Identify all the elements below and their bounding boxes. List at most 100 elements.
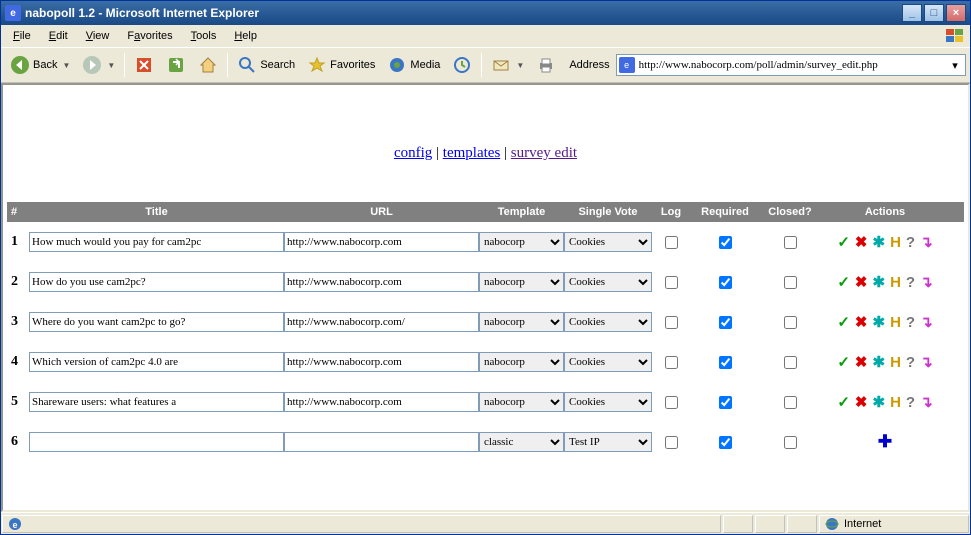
log-checkbox[interactable] <box>665 356 678 369</box>
menu-edit[interactable]: Edit <box>41 28 76 44</box>
template-select[interactable]: nabocorpclassic <box>479 272 564 292</box>
menu-tools[interactable]: Tools <box>183 28 225 44</box>
hide-action-icon[interactable]: H <box>890 234 901 251</box>
forward-button[interactable]: ▼ <box>77 51 120 79</box>
move-action-icon[interactable]: ↴ <box>920 393 933 411</box>
add-icon[interactable]: ✚ <box>878 432 892 452</box>
address-input[interactable] <box>639 59 947 71</box>
nav-templates[interactable]: templates <box>443 145 500 161</box>
single-vote-select[interactable]: CookiesTest IP <box>564 272 652 292</box>
single-vote-select[interactable]: CookiesTest IP <box>564 432 652 452</box>
menu-file[interactable]: File <box>5 28 39 44</box>
move-action-icon[interactable]: ↴ <box>920 313 933 331</box>
approve-icon[interactable]: ✓ <box>837 353 850 371</box>
refresh-button[interactable] <box>161 51 191 79</box>
move-action-icon[interactable]: ↴ <box>920 273 933 291</box>
move-action-icon[interactable]: ↴ <box>920 233 933 251</box>
single-vote-select[interactable]: CookiesTest IP <box>564 232 652 252</box>
hide-action-icon[interactable]: H <box>890 354 901 371</box>
mail-button[interactable]: ▼ <box>486 51 529 79</box>
template-select[interactable]: nabocorpclassic <box>479 352 564 372</box>
single-vote-select[interactable]: CookiesTest IP <box>564 392 652 412</box>
back-button[interactable]: Back▼ <box>5 51 75 79</box>
address-dropdown-icon[interactable]: ▾ <box>947 59 963 72</box>
help-action-icon[interactable]: ? <box>906 354 915 371</box>
help-action-icon[interactable]: ? <box>906 314 915 331</box>
star-action-icon[interactable]: ✱ <box>872 353 885 371</box>
menu-favorites[interactable]: Favorites <box>119 28 180 44</box>
media-button[interactable]: Media <box>382 51 445 79</box>
title-input[interactable] <box>29 232 284 252</box>
menu-view[interactable]: View <box>78 28 118 44</box>
log-checkbox[interactable] <box>665 236 678 249</box>
close-button[interactable]: × <box>946 4 966 22</box>
single-vote-select[interactable]: CookiesTest IP <box>564 352 652 372</box>
help-action-icon[interactable]: ? <box>906 274 915 291</box>
star-action-icon[interactable]: ✱ <box>872 273 885 291</box>
star-action-icon[interactable]: ✱ <box>872 313 885 331</box>
hide-action-icon[interactable]: H <box>890 394 901 411</box>
separator <box>481 53 482 77</box>
hide-action-icon[interactable]: H <box>890 274 901 291</box>
delete-icon[interactable]: ✖ <box>855 273 868 291</box>
url-input[interactable] <box>284 352 479 372</box>
menu-help[interactable]: Help <box>226 28 265 44</box>
title-input[interactable] <box>29 352 284 372</box>
closed-checkbox[interactable] <box>784 356 797 369</box>
required-checkbox[interactable] <box>719 236 732 249</box>
required-checkbox[interactable] <box>719 356 732 369</box>
log-checkbox[interactable] <box>665 396 678 409</box>
title-input[interactable] <box>29 432 284 452</box>
template-select[interactable]: nabocorpclassic <box>479 232 564 252</box>
nav-config[interactable]: config <box>394 145 432 161</box>
template-select[interactable]: nabocorpclassic <box>479 312 564 332</box>
closed-checkbox[interactable] <box>784 436 797 449</box>
log-checkbox[interactable] <box>665 316 678 329</box>
url-input[interactable] <box>284 392 479 412</box>
url-input[interactable] <box>284 232 479 252</box>
maximize-button[interactable]: □ <box>924 4 944 22</box>
delete-icon[interactable]: ✖ <box>855 233 868 251</box>
search-button[interactable]: Search <box>232 51 300 79</box>
delete-icon[interactable]: ✖ <box>855 393 868 411</box>
template-select[interactable]: nabocorpclassic <box>479 392 564 412</box>
closed-checkbox[interactable] <box>784 236 797 249</box>
url-input[interactable] <box>284 432 479 452</box>
help-action-icon[interactable]: ? <box>906 394 915 411</box>
log-checkbox[interactable] <box>665 276 678 289</box>
approve-icon[interactable]: ✓ <box>837 273 850 291</box>
media-icon <box>387 55 407 75</box>
stop-button[interactable] <box>129 51 159 79</box>
title-input[interactable] <box>29 392 284 412</box>
log-checkbox[interactable] <box>665 436 678 449</box>
title-input[interactable] <box>29 312 284 332</box>
nav-survey-edit[interactable]: survey edit <box>511 145 577 161</box>
required-checkbox[interactable] <box>719 316 732 329</box>
single-vote-select[interactable]: CookiesTest IP <box>564 312 652 332</box>
history-button[interactable] <box>447 51 477 79</box>
template-select[interactable]: nabocorpclassic <box>479 432 564 452</box>
approve-icon[interactable]: ✓ <box>837 233 850 251</box>
closed-checkbox[interactable] <box>784 396 797 409</box>
required-checkbox[interactable] <box>719 396 732 409</box>
required-checkbox[interactable] <box>719 436 732 449</box>
print-button[interactable] <box>531 51 561 79</box>
url-input[interactable] <box>284 312 479 332</box>
hide-action-icon[interactable]: H <box>890 314 901 331</box>
help-action-icon[interactable]: ? <box>906 234 915 251</box>
title-input[interactable] <box>29 272 284 292</box>
star-action-icon[interactable]: ✱ <box>872 233 885 251</box>
approve-icon[interactable]: ✓ <box>837 313 850 331</box>
approve-icon[interactable]: ✓ <box>837 393 850 411</box>
url-input[interactable] <box>284 272 479 292</box>
required-checkbox[interactable] <box>719 276 732 289</box>
delete-icon[interactable]: ✖ <box>855 313 868 331</box>
star-action-icon[interactable]: ✱ <box>872 393 885 411</box>
closed-checkbox[interactable] <box>784 276 797 289</box>
favorites-button[interactable]: Favorites <box>302 51 380 79</box>
home-button[interactable] <box>193 51 223 79</box>
delete-icon[interactable]: ✖ <box>855 353 868 371</box>
minimize-button[interactable]: _ <box>902 4 922 22</box>
closed-checkbox[interactable] <box>784 316 797 329</box>
move-action-icon[interactable]: ↴ <box>920 353 933 371</box>
